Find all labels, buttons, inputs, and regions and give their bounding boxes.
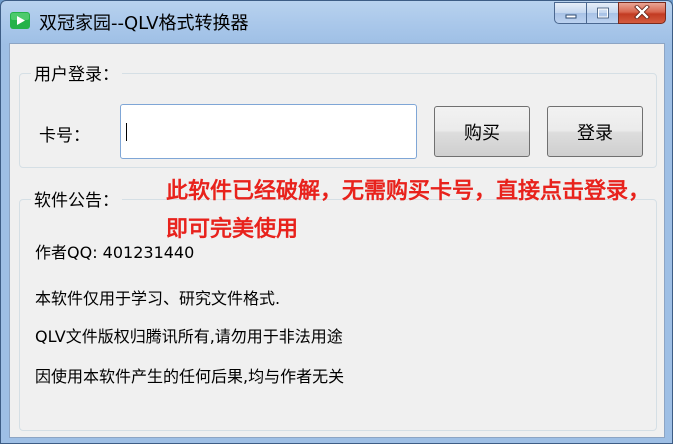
login-group-label: 用户登录：	[31, 60, 122, 85]
notice-line-2: QLV文件版权归腾讯所有,请勿用于非法用途	[35, 327, 343, 346]
title-bar[interactable]: 双冠家园--QLV格式转换器	[1, 1, 672, 43]
app-window: 双冠家园--QLV格式转换器 用户登录： 卡号： 购买 登录 软件公告： 作者Q…	[0, 0, 673, 444]
notice-line-1: 本软件仅用于学习、研究文件格式.	[35, 289, 281, 308]
notice-line-3: 因使用本软件产生的任何后果,均与作者无关	[35, 367, 345, 386]
notice-group-label: 软件公告：	[31, 186, 122, 211]
window-controls	[554, 2, 666, 26]
close-icon	[634, 3, 650, 23]
minimize-button[interactable]	[554, 2, 586, 24]
window-title: 双冠家园--QLV格式转换器	[39, 13, 249, 34]
maximize-button[interactable]	[586, 2, 618, 24]
maximize-icon	[596, 4, 610, 23]
login-button[interactable]: 登录	[547, 106, 643, 157]
close-button[interactable]	[618, 2, 666, 24]
buy-button[interactable]: 购买	[434, 106, 530, 157]
text-caret	[126, 123, 127, 141]
card-number-label: 卡号：	[39, 126, 90, 146]
minimize-icon	[564, 4, 578, 23]
card-number-input[interactable]	[120, 104, 417, 159]
crack-annotation: 此软件已经破解，无需购买卡号，直接点击登录，即可完美使用	[166, 179, 651, 242]
app-logo-icon	[9, 10, 31, 32]
dialog-body: 用户登录： 卡号： 购买 登录 软件公告： 作者QQ: 401231440 本软…	[9, 43, 665, 438]
